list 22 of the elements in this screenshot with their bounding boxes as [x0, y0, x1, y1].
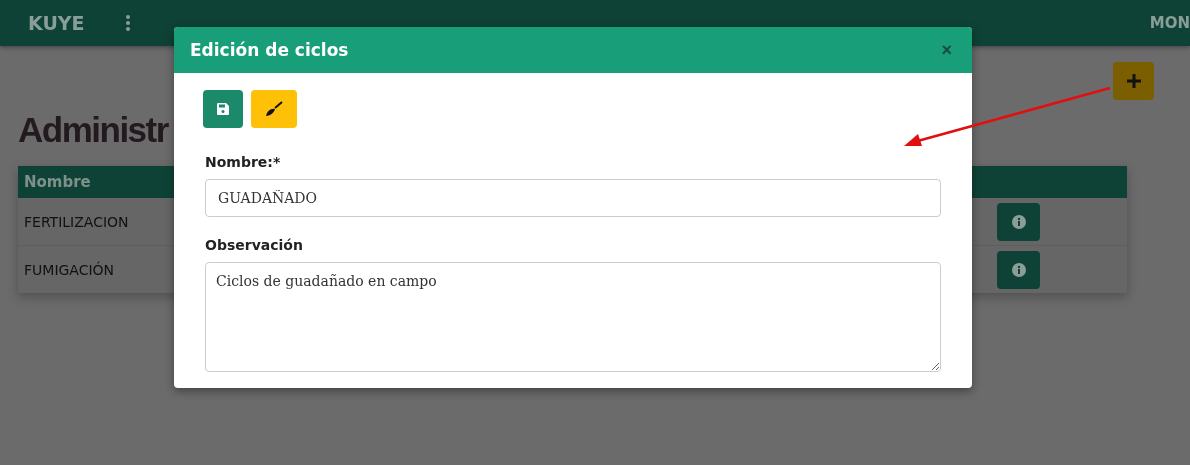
table-cell: FERTILIZACION [24, 213, 129, 230]
dialog-title: Edición de ciclos [190, 40, 349, 60]
field-label: Observación [205, 237, 304, 253]
save-button[interactable] [203, 90, 243, 128]
info-button[interactable] [997, 202, 1040, 241]
brush-icon [264, 100, 284, 118]
page-title: Administr [18, 109, 168, 151]
add-button[interactable] [1113, 62, 1154, 100]
observation-field[interactable]: Ciclos de guadañado en campo [205, 262, 941, 372]
kebab-menu-icon[interactable] [124, 14, 131, 32]
table-cell: FUMIGACIÓN [24, 261, 115, 278]
column-header: Nombre [24, 173, 91, 191]
field-label: Nombre:* [205, 154, 282, 170]
brand-logo[interactable]: KUYE [28, 12, 85, 34]
info-button[interactable] [997, 250, 1040, 289]
user-name[interactable]: MON [1149, 14, 1190, 32]
info-icon [1011, 262, 1026, 277]
name-field[interactable]: GUADAÑADO [205, 179, 941, 217]
plus-icon [1125, 73, 1142, 89]
info-icon [1011, 214, 1026, 229]
close-button[interactable]: × [937, 39, 956, 61]
clear-button[interactable] [251, 90, 297, 128]
